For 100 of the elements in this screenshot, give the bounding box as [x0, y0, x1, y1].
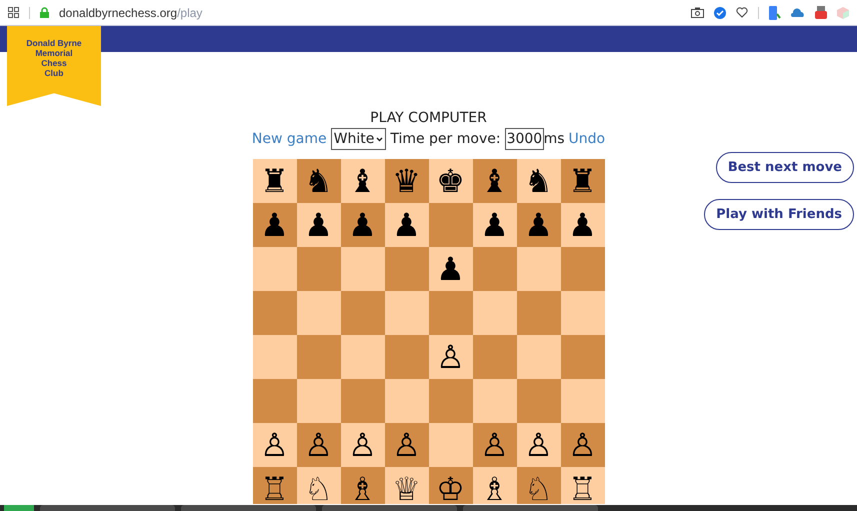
chess-piece[interactable]: ♙ [260, 429, 289, 461]
board-square[interactable] [472, 247, 516, 291]
board-square[interactable]: ♟ [384, 203, 428, 247]
board-square[interactable]: ♟ [252, 203, 296, 247]
board-square[interactable]: ♙ [516, 423, 560, 467]
board-square[interactable]: ♕ [384, 467, 428, 504]
board-square[interactable]: ♙ [252, 423, 296, 467]
board-square[interactable] [296, 335, 340, 379]
chess-piece[interactable]: ♜ [260, 165, 289, 197]
board-square[interactable] [472, 335, 516, 379]
board-square[interactable] [472, 291, 516, 335]
chess-piece[interactable]: ♝ [480, 165, 509, 197]
chess-piece[interactable]: ♔ [436, 473, 465, 504]
board-square[interactable] [252, 291, 296, 335]
shield-check-icon[interactable] [714, 6, 726, 18]
board-square[interactable]: ♟ [428, 247, 472, 291]
chess-piece[interactable]: ♟ [524, 209, 553, 241]
board-square[interactable] [384, 335, 428, 379]
board-square[interactable] [560, 291, 604, 335]
board-square[interactable] [428, 379, 472, 423]
chess-piece[interactable]: ♟ [480, 209, 509, 241]
board-square[interactable] [296, 379, 340, 423]
chess-piece[interactable]: ♞ [524, 165, 553, 197]
chess-piece[interactable]: ♙ [348, 429, 377, 461]
board-square[interactable]: ♗ [340, 467, 384, 504]
chess-piece[interactable]: ♖ [568, 473, 597, 504]
chess-piece[interactable]: ♞ [304, 165, 333, 197]
video-app-icon[interactable] [815, 6, 827, 19]
board-square[interactable]: ♖ [252, 467, 296, 504]
board-square[interactable]: ♙ [384, 423, 428, 467]
board-square[interactable]: ♘ [516, 467, 560, 504]
board-square[interactable]: ♞ [516, 159, 560, 203]
board-square[interactable] [340, 379, 384, 423]
heart-icon[interactable] [736, 7, 748, 18]
board-square[interactable]: ♙ [296, 423, 340, 467]
board-square[interactable] [428, 203, 472, 247]
camera-icon[interactable] [691, 7, 704, 18]
chess-piece[interactable]: ♗ [348, 473, 377, 504]
board-square[interactable]: ♝ [472, 159, 516, 203]
undo-link[interactable]: Undo [568, 131, 606, 147]
board-square[interactable] [516, 291, 560, 335]
board-square[interactable] [428, 291, 472, 335]
chess-piece[interactable]: ♟ [568, 209, 597, 241]
board-square[interactable]: ♟ [296, 203, 340, 247]
board-square[interactable]: ♘ [296, 467, 340, 504]
chess-piece[interactable]: ♚ [436, 165, 465, 197]
board-square[interactable]: ♛ [384, 159, 428, 203]
board-square[interactable] [472, 379, 516, 423]
new-game-link[interactable]: New game [252, 131, 327, 147]
board-square[interactable]: ♙ [472, 423, 516, 467]
club-logo[interactable]: Donald Byrne Memorial Chess Club [7, 26, 101, 106]
chess-piece[interactable]: ♗ [480, 473, 509, 504]
board-square[interactable] [560, 379, 604, 423]
board-square[interactable]: ♙ [428, 335, 472, 379]
action-button[interactable]: Play with Friends [704, 199, 854, 230]
chess-piece[interactable]: ♟ [304, 209, 333, 241]
chess-piece[interactable]: ♜ [568, 165, 597, 197]
board-square[interactable]: ♚ [428, 159, 472, 203]
cloud-icon[interactable] [791, 8, 805, 17]
board-square[interactable] [252, 379, 296, 423]
board-square[interactable] [516, 335, 560, 379]
board-square[interactable] [516, 247, 560, 291]
board-square[interactable] [560, 335, 604, 379]
action-button[interactable]: Best next move [716, 152, 854, 183]
board-square[interactable]: ♔ [428, 467, 472, 504]
chess-piece[interactable]: ♟ [392, 209, 421, 241]
chess-piece[interactable]: ♟ [348, 209, 377, 241]
chess-piece[interactable]: ♙ [392, 429, 421, 461]
chess-piece[interactable]: ♘ [304, 473, 333, 504]
board-square[interactable]: ♖ [560, 467, 604, 504]
apps-icon[interactable] [8, 7, 19, 18]
board-square[interactable]: ♟ [340, 203, 384, 247]
chess-piece[interactable]: ♕ [392, 473, 421, 504]
board-square[interactable] [384, 291, 428, 335]
chess-piece[interactable]: ♟ [436, 253, 465, 285]
board-square[interactable] [516, 379, 560, 423]
board-square[interactable] [384, 247, 428, 291]
board-square[interactable] [252, 247, 296, 291]
board-square[interactable]: ♜ [560, 159, 604, 203]
board-square[interactable] [252, 335, 296, 379]
board-square[interactable] [560, 247, 604, 291]
board-square[interactable] [384, 379, 428, 423]
board-square[interactable] [296, 247, 340, 291]
board-square[interactable]: ♝ [340, 159, 384, 203]
chess-piece[interactable]: ♙ [304, 429, 333, 461]
chess-piece[interactable]: ♝ [348, 165, 377, 197]
board-square[interactable]: ♟ [560, 203, 604, 247]
address-bar[interactable]: donaldbyrnechess.org/play [59, 6, 202, 20]
chess-piece[interactable]: ♙ [480, 429, 509, 461]
time-input[interactable]: 3000 [504, 128, 544, 150]
board-square[interactable] [296, 291, 340, 335]
chess-piece[interactable]: ♖ [260, 473, 289, 504]
chess-piece[interactable]: ♙ [436, 341, 465, 373]
board-square[interactable] [340, 335, 384, 379]
board-square[interactable] [340, 291, 384, 335]
board-square[interactable] [428, 423, 472, 467]
translate-icon[interactable] [769, 6, 781, 20]
chess-piece[interactable]: ♟ [260, 209, 289, 241]
board-square[interactable]: ♙ [560, 423, 604, 467]
chess-piece[interactable]: ♙ [524, 429, 553, 461]
